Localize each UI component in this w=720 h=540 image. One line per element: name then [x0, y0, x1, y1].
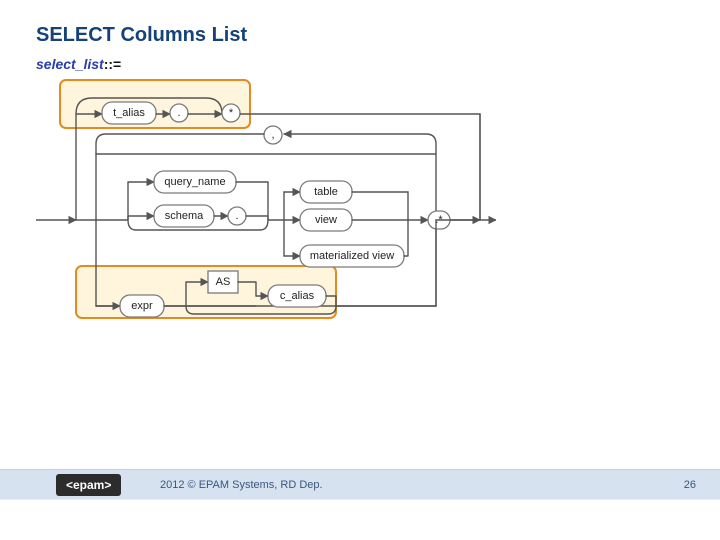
footer-bar: <epam> 2012 © EPAM Systems, RD Dep. 26 — [0, 469, 720, 500]
token-as: AS — [216, 276, 231, 288]
bottom-margin — [0, 499, 720, 540]
token-c-alias: c_alias — [280, 290, 315, 302]
token-star-top: * — [229, 107, 234, 119]
token-query-name: query_name — [164, 176, 225, 188]
token-table: table — [314, 186, 338, 198]
token-dot2: . — [235, 210, 238, 222]
token-schema: schema — [165, 210, 204, 222]
logo-epam: <epam> — [56, 474, 121, 496]
token-dot1: . — [177, 107, 180, 119]
railroad-diagram: t_alias . * , — [36, 70, 496, 330]
page-title: SELECT Columns List — [36, 24, 247, 47]
token-view: view — [315, 214, 337, 226]
token-comma-loop: , — [271, 129, 274, 141]
page-number: 26 — [684, 470, 696, 500]
token-t-alias: t_alias — [113, 107, 145, 119]
copyright: 2012 © EPAM Systems, RD Dep. — [160, 470, 323, 500]
token-expr: expr — [131, 300, 153, 312]
token-mview: materialized view — [310, 250, 394, 262]
